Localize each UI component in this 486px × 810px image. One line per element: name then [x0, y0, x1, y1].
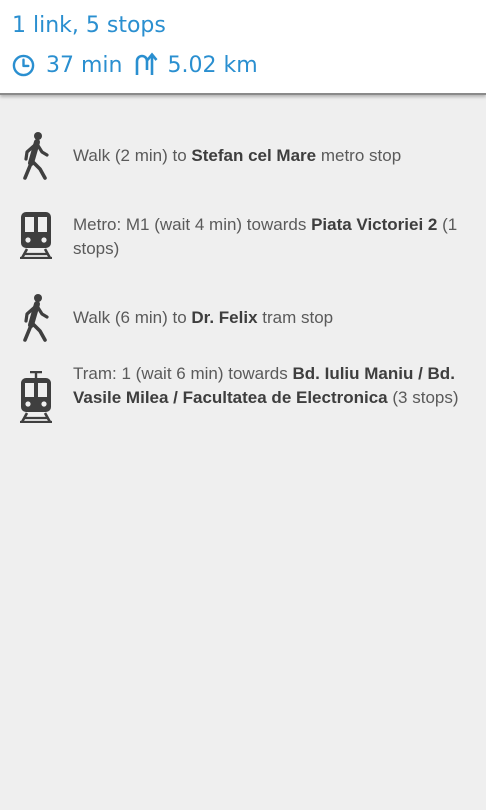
- route-summary-header: 1 link, 5 stops 37 min 5.02 km: [0, 0, 486, 95]
- step-description: Walk (2 min) to Stefan cel Mare metro st…: [73, 146, 402, 165]
- clock-icon: [12, 54, 35, 77]
- route-summary-title: 1 link, 5 stops: [12, 13, 166, 38]
- step-destination: Dr. Felix: [191, 308, 258, 327]
- step-description: Metro: M1 (wait 4 min) towards Piata Vic…: [73, 215, 458, 258]
- step-destination: Piata Victoriei 2: [311, 215, 438, 234]
- step-destination: Stefan cel Mare: [191, 146, 317, 165]
- trip-duration: 37 min: [46, 52, 123, 78]
- metro-train-icon: [16, 209, 56, 261]
- route-stats: 37 min 5.02 km: [12, 51, 258, 79]
- step-description: Tram: 1 (wait 6 min) towards Bd. Iuliu M…: [73, 364, 459, 407]
- tram-icon: [16, 371, 56, 423]
- step-description: Walk (6 min) to Dr. Felix tram stop: [73, 308, 334, 327]
- trip-distance: 5.02 km: [167, 52, 258, 78]
- u-turn-route-icon: [132, 52, 158, 78]
- walk-icon: [16, 292, 56, 344]
- walk-icon: [16, 130, 56, 182]
